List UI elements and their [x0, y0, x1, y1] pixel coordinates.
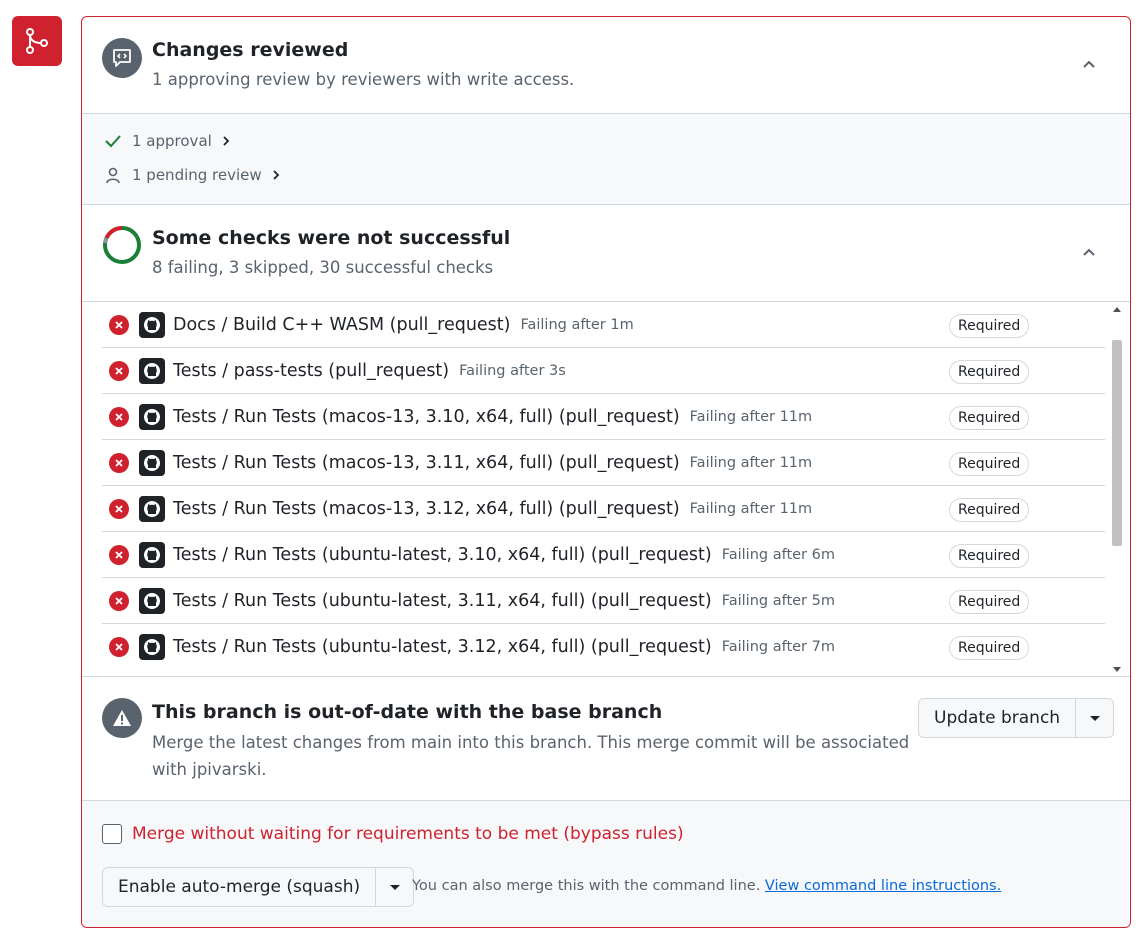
check-row[interactable]: Tests / Run Tests (ubuntu-latest, 3.12, … [102, 624, 1105, 670]
check-row[interactable]: Tests / Run Tests (ubuntu-latest, 3.11, … [102, 578, 1105, 624]
chevron-right-icon [223, 136, 230, 146]
checks-title: Some checks were not successful [152, 227, 511, 249]
update-branch-button[interactable]: Update branch [919, 699, 1075, 737]
merge-box: Changes reviewed 1 approving review by r… [81, 16, 1131, 928]
merge-actions-section: Merge without waiting for requirements t… [82, 801, 1130, 927]
check-name[interactable]: Tests / pass-tests (pull_request) [173, 361, 449, 381]
branch-out-of-date-description: Merge the latest changes from main into … [152, 733, 910, 779]
required-badge: Required [949, 452, 1030, 476]
checks-section-header[interactable]: Some checks were not successful 8 failin… [82, 205, 1130, 302]
check-status: Failing after 6m [721, 546, 835, 563]
checks-list: Docs / Build C++ WASM (pull_request) Fail… [82, 302, 1130, 677]
check-icon [104, 132, 122, 150]
check-status: Failing after 5m [721, 592, 835, 609]
check-row[interactable]: Tests / Run Tests (ubuntu-latest, 3.10, … [102, 532, 1105, 578]
caret-down-icon [389, 884, 400, 890]
checks-progress-ring-icon [102, 225, 142, 265]
check-name[interactable]: Tests / Run Tests (macos-13, 3.12, x64, … [173, 499, 680, 519]
required-badge: Required [949, 544, 1030, 568]
auto-merge-dropdown-button[interactable] [375, 868, 413, 906]
git-merge-icon [26, 28, 48, 54]
check-row[interactable]: Tests / pass-tests (pull_request) Failing… [102, 348, 1105, 394]
chevron-up-icon[interactable] [1078, 241, 1100, 263]
x-circle-icon [109, 406, 129, 427]
check-name[interactable]: Docs / Build C++ WASM (pull_request) [173, 315, 510, 335]
required-badge: Required [949, 590, 1030, 614]
required-badge: Required [949, 636, 1030, 660]
reviews-title: Changes reviewed [152, 39, 349, 61]
pending-review-row[interactable]: 1 pending review [104, 166, 280, 184]
check-status: Failing after 1m [520, 316, 634, 333]
checks-subtitle: 8 failing, 3 skipped, 30 successful chec… [152, 258, 494, 277]
x-circle-icon [109, 452, 129, 473]
github-mark-icon [139, 587, 165, 614]
person-icon [104, 166, 122, 184]
check-status: Failing after 7m [721, 639, 835, 655]
check-name[interactable]: Tests / Run Tests (ubuntu-latest, 3.10, … [173, 545, 712, 565]
check-status: Failing after 11m [689, 500, 813, 517]
auto-merge-button-group: Enable auto-merge (squash) [102, 867, 415, 907]
branch-out-of-date-title: This branch is out-of-date with the base… [152, 701, 663, 723]
x-circle-icon [109, 498, 129, 519]
check-row[interactable]: Tests / Run Tests (macos-13, 3.10, x64, … [102, 394, 1105, 440]
review-summary-list: 1 approval 1 pending review [82, 114, 1130, 205]
required-badge: Required [949, 360, 1030, 384]
check-status: Failing after 3s [459, 362, 566, 379]
branch-out-of-date-section: This branch is out-of-date with the base… [82, 677, 1130, 801]
github-mark-icon [139, 634, 165, 660]
scrollbar-thumb[interactable] [1112, 340, 1122, 546]
command-line-hint: You can also merge this with the command… [412, 878, 1001, 894]
x-circle-icon [109, 637, 129, 657]
command-line-hint-text: You can also merge this with the command… [412, 878, 761, 894]
required-badge: Required [949, 406, 1030, 430]
github-mark-icon [139, 357, 165, 384]
bypass-rules-checkbox[interactable] [102, 824, 122, 844]
alert-icon [102, 698, 142, 738]
required-badge: Required [949, 498, 1030, 522]
check-name[interactable]: Tests / Run Tests (ubuntu-latest, 3.12, … [173, 637, 712, 657]
approvals-label: 1 approval [132, 132, 212, 150]
check-status: Failing after 11m [689, 454, 813, 471]
x-circle-icon [109, 590, 129, 611]
check-status: Failing after 11m [689, 408, 813, 425]
check-row[interactable]: Tests / Run Tests (macos-13, 3.12, x64, … [102, 486, 1105, 532]
caret-down-icon [1089, 715, 1100, 721]
required-badge: Required [949, 314, 1030, 338]
approvals-row[interactable]: 1 approval [104, 132, 230, 150]
chevron-up-icon[interactable] [1078, 53, 1100, 75]
x-circle-icon [109, 314, 129, 335]
github-mark-icon [139, 311, 165, 338]
merge-status-badge [12, 16, 62, 66]
checks-scrollbar[interactable] [1110, 302, 1122, 676]
scroll-up-arrow-icon[interactable] [1113, 307, 1121, 312]
scroll-down-arrow-icon[interactable] [1113, 667, 1121, 672]
github-mark-icon [139, 403, 165, 430]
x-circle-icon [109, 544, 129, 565]
check-row[interactable]: Docs / Build C++ WASM (pull_request) Fail… [102, 302, 1105, 348]
github-mark-icon [139, 541, 165, 568]
check-name[interactable]: Tests / Run Tests (ubuntu-latest, 3.11, … [173, 591, 712, 611]
reviews-subtitle: 1 approving review by reviewers with wri… [152, 70, 575, 89]
check-row[interactable]: Tests / Run Tests (macos-13, 3.11, x64, … [102, 440, 1105, 486]
check-name[interactable]: Tests / Run Tests (macos-13, 3.11, x64, … [173, 453, 680, 473]
chevron-right-icon [273, 170, 279, 180]
github-mark-icon [139, 449, 165, 476]
check-name[interactable]: Tests / Run Tests (macos-13, 3.10, x64, … [173, 407, 680, 427]
pending-review-label: 1 pending review [132, 166, 262, 184]
view-command-line-instructions-link[interactable]: View command line instructions. [765, 878, 1001, 894]
enable-auto-merge-button[interactable]: Enable auto-merge (squash) [103, 868, 375, 906]
update-branch-dropdown-button[interactable] [1075, 699, 1113, 737]
github-mark-icon [139, 495, 165, 522]
x-circle-icon [109, 360, 129, 381]
reviews-section-header[interactable]: Changes reviewed 1 approving review by r… [82, 17, 1130, 114]
update-branch-button-group: Update branch [918, 698, 1115, 738]
bypass-rules-label[interactable]: Merge without waiting for requirements t… [132, 824, 684, 844]
comment-code-icon [102, 38, 142, 78]
